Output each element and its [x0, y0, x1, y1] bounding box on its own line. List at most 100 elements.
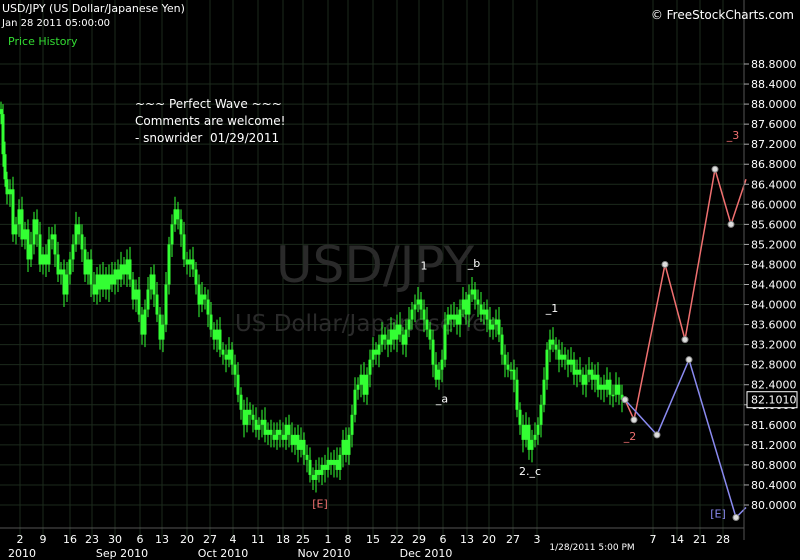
price-bar-body [149, 274, 153, 290]
projection-point [727, 220, 735, 228]
price-bar-body [446, 314, 450, 325]
y-tick-label: 81.6000 [751, 419, 797, 432]
x-tick-label: 6 [137, 533, 144, 546]
price-bar-body [269, 429, 273, 435]
x-axis: 2 9 16 23 30 6 13 20 27 4 11 18 25 1 8 15 22 29 6 13 20 27 3 7 1… [0, 527, 744, 560]
price-bar-body [179, 219, 183, 235]
price-bar-body [473, 289, 477, 300]
price-bar-body [572, 359, 576, 375]
price-bar-body [29, 244, 33, 260]
price-bar-body [395, 324, 399, 340]
price-bar-body [224, 354, 228, 360]
price-bar-body [491, 324, 495, 330]
x-tick-label: 25 [296, 533, 310, 546]
price-bar-body [329, 459, 333, 465]
price-bar-body [350, 414, 354, 435]
x-month-label: Sep 2010 [96, 547, 148, 560]
projection-point [732, 514, 740, 522]
price-bar-body [533, 434, 537, 440]
price-history-label[interactable]: Price History [8, 35, 77, 48]
price-bar-body [521, 424, 525, 440]
price-bar-body [89, 259, 93, 285]
x-tick-label: 8 [345, 533, 352, 546]
chart-title: USD/JPY (US Dollar/Japanese Yen) [2, 2, 185, 15]
price-bar-body [596, 374, 600, 390]
projection-point [685, 356, 693, 364]
price-bar-body [569, 359, 573, 365]
price-bar-body [566, 359, 570, 365]
projection-point [621, 396, 629, 404]
price-bar-body [611, 394, 615, 397]
price-bar-body [35, 219, 39, 235]
y-tick-label: 80.0000 [751, 499, 797, 512]
price-bar-body [1, 114, 5, 155]
y-tick-label: 88.8000 [751, 58, 797, 71]
price-bar-body [410, 309, 414, 320]
x-tick-label: 7 [650, 533, 657, 546]
price-bar-body [383, 334, 387, 340]
annotation-line: Comments are welcome! [135, 114, 286, 128]
projection-point [661, 260, 669, 268]
projection-line [624, 357, 747, 519]
price-bar-body [161, 324, 165, 340]
price-bar-body [20, 209, 24, 240]
price-bar-body [257, 424, 261, 430]
price-bar-body [530, 439, 534, 450]
price-bar-body [365, 374, 369, 395]
price-bar-body [65, 274, 69, 295]
y-tick-label: 80.8000 [751, 459, 797, 472]
price-bar-body [380, 334, 384, 345]
price-bar-body [557, 349, 561, 360]
price-bar-body [230, 349, 234, 365]
price-bar-body [293, 434, 297, 445]
y-tick-label: 87.2000 [751, 138, 797, 151]
price-bar-body [170, 224, 174, 245]
price-bar-body [506, 364, 510, 370]
price-chart[interactable]: USD/JPY US Dollar/Japanese Yen [E]1_a_b_… [0, 0, 800, 560]
price-bar-body [440, 359, 444, 370]
price-bar-body [77, 224, 81, 235]
y-tick-label: 87.6000 [751, 118, 797, 131]
price-bar-body [242, 409, 246, 425]
price-bar-body [233, 364, 237, 375]
chart-timestamp: Jan 28 2011 05:00:00 [2, 18, 111, 29]
price-bar-body [98, 274, 102, 290]
brand-link[interactable]: © FreeStockCharts.com [651, 8, 794, 22]
y-tick-label: 86.0000 [751, 198, 797, 211]
price-bar-body [599, 384, 603, 390]
price-bar-body [11, 189, 15, 235]
price-bar-body [107, 274, 111, 290]
price-bar-body [575, 369, 579, 375]
price-bar-body [590, 369, 594, 380]
price-bar-body [200, 294, 204, 305]
x-tick-label: 21 [693, 533, 707, 546]
price-bar-body [128, 259, 132, 280]
price-bar-body [563, 354, 567, 360]
price-bar-body [545, 349, 549, 380]
price-bar-body [116, 269, 120, 280]
price-bar-body [278, 429, 282, 435]
x-tick-label: 14 [670, 533, 684, 546]
price-bar-body [614, 384, 618, 395]
projection-point [630, 416, 638, 424]
price-bar-body [122, 264, 126, 275]
x-month-label: 2010 [8, 547, 36, 560]
price-bar-body [374, 349, 378, 355]
price-bar-body [398, 324, 402, 335]
price-bar-body [251, 414, 255, 420]
price-bar-body [476, 299, 480, 305]
price-bar-body [332, 459, 336, 465]
price-bar-body [488, 319, 492, 330]
price-bar-body [335, 459, 339, 470]
price-bar-body [8, 189, 12, 195]
price-bar-body [416, 299, 420, 305]
price-bar-body [92, 284, 96, 295]
price-bar-body [413, 304, 417, 310]
price-bar-body [137, 289, 141, 315]
price-bar-body [134, 289, 138, 300]
wave-label: 1 [421, 259, 428, 272]
price-bar-body [281, 434, 285, 440]
y-tick-label: 80.4000 [751, 479, 797, 492]
price-bar-body [203, 294, 207, 300]
price-bar-body [548, 339, 552, 350]
